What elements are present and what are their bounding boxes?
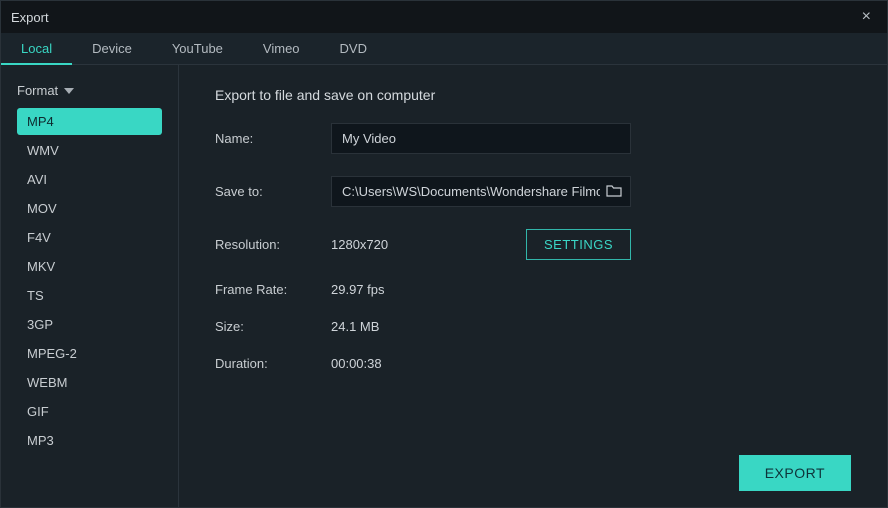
window-title: Export [11,10,49,25]
row-size: Size: 24.1 MB [215,319,851,334]
format-label: MP3 [27,433,54,448]
resolution-label: Resolution: [215,237,331,252]
save-path-input[interactable] [331,176,631,207]
tab-label: DVD [340,41,367,56]
format-item-mkv[interactable]: MKV [17,253,162,280]
format-label: WEBM [27,375,67,390]
format-item-wmv[interactable]: WMV [17,137,162,164]
duration-label: Duration: [215,356,331,371]
tab-label: Device [92,41,132,56]
format-label: MKV [27,259,55,274]
save-path-wrap [331,176,631,207]
row-save-to: Save to: [215,176,851,207]
format-item-mov[interactable]: MOV [17,195,162,222]
format-label: AVI [27,172,47,187]
format-list: MP4 WMV AVI MOV F4V MKV TS 3GP MPEG-2 WE… [17,108,162,454]
tab-dvd[interactable]: DVD [320,33,387,65]
format-label: Format [17,83,58,98]
format-label: MPEG-2 [27,346,77,361]
export-label: EXPORT [765,465,825,481]
format-label: MP4 [27,114,54,129]
main-panel: Export to file and save on computer Name… [179,65,887,507]
row-frame-rate: Frame Rate: 29.97 fps [215,282,851,297]
size-label: Size: [215,319,331,334]
format-item-gif[interactable]: GIF [17,398,162,425]
tab-label: Local [21,41,52,56]
format-label: F4V [27,230,51,245]
format-label: MOV [27,201,57,216]
format-item-mpeg2[interactable]: MPEG-2 [17,340,162,367]
format-item-f4v[interactable]: F4V [17,224,162,251]
chevron-down-icon [64,88,74,94]
format-item-3gp[interactable]: 3GP [17,311,162,338]
format-item-webm[interactable]: WEBM [17,369,162,396]
resolution-value: 1280x720 [331,237,388,252]
tab-local[interactable]: Local [1,33,72,65]
format-item-mp4[interactable]: MP4 [17,108,162,135]
tab-youtube[interactable]: YouTube [152,33,243,65]
close-icon[interactable]: × [856,8,877,26]
row-name: Name: [215,123,851,154]
tab-bar: Local Device YouTube Vimeo DVD [1,33,887,65]
save-to-label: Save to: [215,184,331,199]
footer: EXPORT [215,455,851,491]
sidebar: Format MP4 WMV AVI MOV F4V MKV TS 3GP MP… [1,65,179,507]
frame-rate-label: Frame Rate: [215,282,331,297]
body: Format MP4 WMV AVI MOV F4V MKV TS 3GP MP… [1,65,887,507]
format-item-mp3[interactable]: MP3 [17,427,162,454]
export-window: Export × Local Device YouTube Vimeo DVD … [0,0,888,508]
page-title: Export to file and save on computer [215,87,851,103]
tab-vimeo[interactable]: Vimeo [243,33,320,65]
tab-label: Vimeo [263,41,300,56]
tab-device[interactable]: Device [72,33,152,65]
settings-button[interactable]: SETTINGS [526,229,631,260]
export-button[interactable]: EXPORT [739,455,851,491]
row-duration: Duration: 00:00:38 [215,356,851,371]
size-value: 24.1 MB [331,319,379,334]
format-label: TS [27,288,44,303]
format-label: 3GP [27,317,53,332]
format-label: GIF [27,404,49,419]
settings-label: SETTINGS [544,237,613,252]
name-label: Name: [215,131,331,146]
duration-value: 00:00:38 [331,356,382,371]
row-resolution: Resolution: 1280x720 SETTINGS [215,229,631,260]
titlebar: Export × [1,1,887,33]
sidebar-heading[interactable]: Format [17,83,162,98]
frame-rate-value: 29.97 fps [331,282,385,297]
tab-label: YouTube [172,41,223,56]
format-item-ts[interactable]: TS [17,282,162,309]
name-input[interactable] [331,123,631,154]
format-label: WMV [27,143,59,158]
format-item-avi[interactable]: AVI [17,166,162,193]
